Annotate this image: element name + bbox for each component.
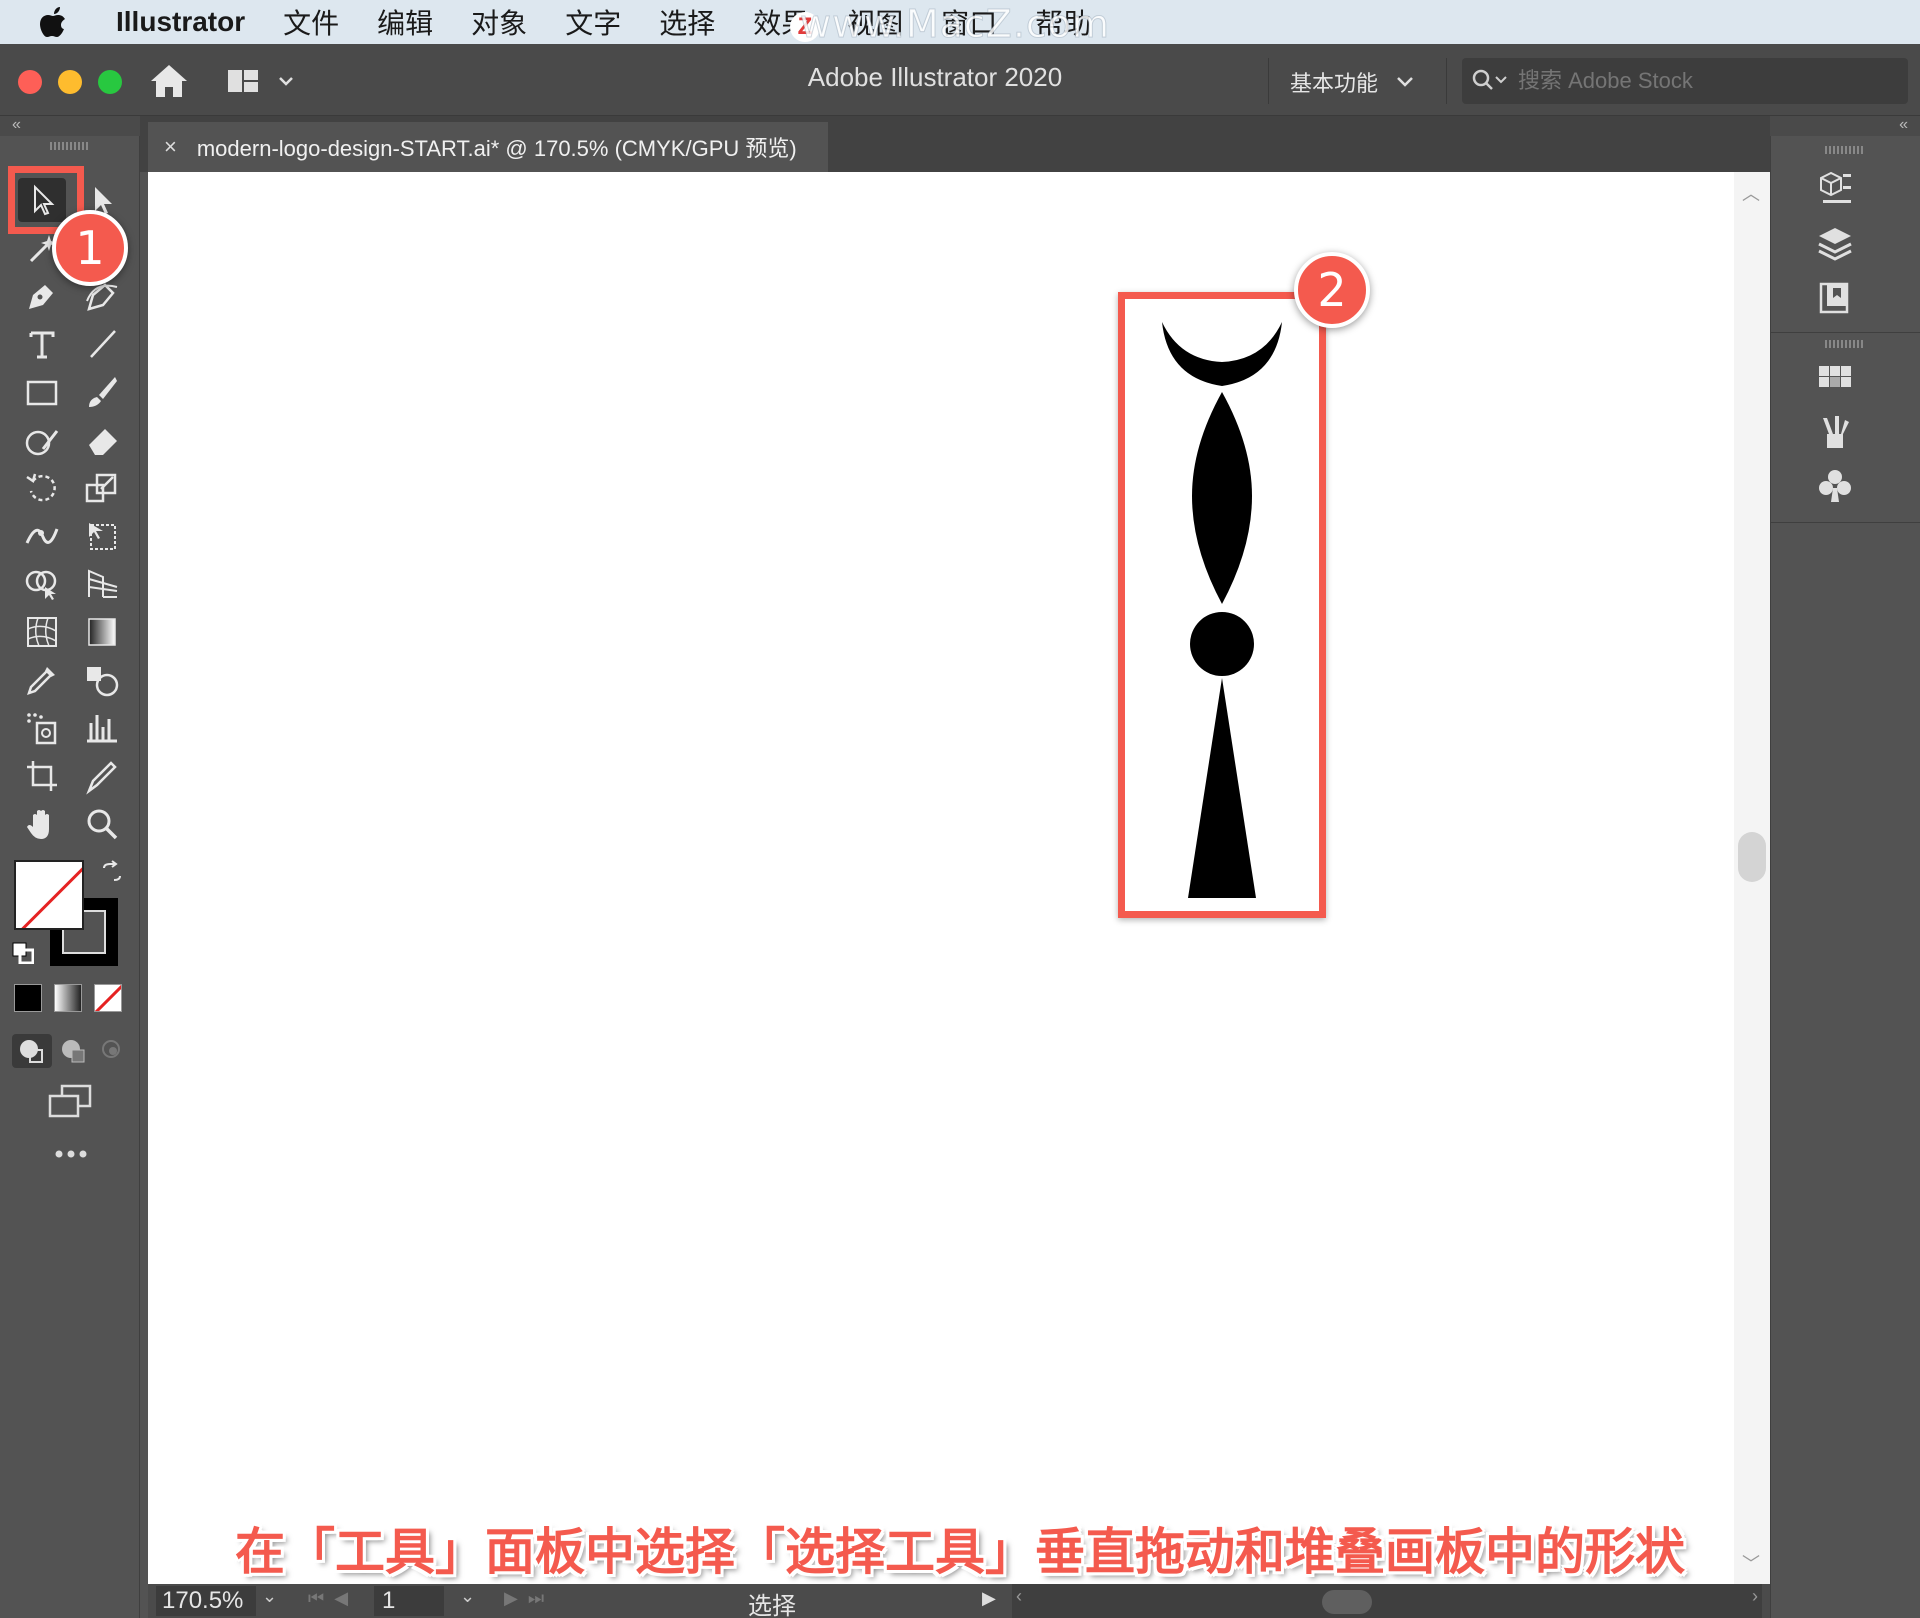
app-title-bar: Adobe Illustrator 2020 基本功能	[0, 44, 1920, 116]
gradient-mode-button[interactable]	[54, 984, 82, 1012]
chevron-down-icon[interactable]: ⌄	[460, 1586, 475, 1607]
properties-panel-icon[interactable]	[1807, 164, 1863, 212]
tutorial-caption: 在「工具」面板中选择「选择工具」垂直拖动和堆叠画板中的形状	[235, 1523, 1685, 1581]
default-fill-stroke-icon[interactable]	[12, 942, 34, 964]
brushes-panel-icon[interactable]	[1807, 408, 1863, 456]
chevron-down-icon[interactable]: ⌄	[262, 1586, 277, 1607]
more-tools-icon[interactable]	[54, 1148, 88, 1160]
menu-object[interactable]: 对象	[471, 2, 527, 42]
scroll-left-icon[interactable]: ‹	[1016, 1586, 1022, 1607]
shape-builder-tool-icon[interactable]	[18, 562, 66, 606]
scroll-thumb[interactable]	[1738, 832, 1766, 882]
paintbrush-tool-icon[interactable]	[78, 370, 126, 414]
rotate-tool-icon[interactable]	[18, 466, 66, 510]
eraser-tool-icon[interactable]	[78, 418, 126, 462]
layers-panel-icon[interactable]	[1807, 220, 1863, 268]
vertical-scrollbar[interactable]: ︿ ﹀	[1734, 172, 1770, 1584]
gradient-tool-icon[interactable]	[78, 610, 126, 654]
divider	[1771, 522, 1920, 523]
first-artboard-icon[interactable]: ⏮◀	[308, 1588, 358, 1609]
app-menu[interactable]: Illustrator	[116, 6, 245, 38]
step-1-badge: 1	[52, 210, 128, 286]
draw-normal-icon[interactable]	[12, 1034, 52, 1068]
stock-search-box[interactable]	[1462, 58, 1908, 104]
stock-search-input[interactable]	[1518, 68, 1898, 94]
panel-dock	[1770, 136, 1920, 1618]
mesh-tool-icon[interactable]	[18, 610, 66, 654]
column-graph-tool-icon[interactable]	[78, 706, 126, 750]
rectangle-tool-icon[interactable]	[18, 370, 66, 414]
pen-tool-icon[interactable]	[18, 274, 66, 318]
menu-file[interactable]: 文件	[283, 2, 339, 42]
horizontal-scrollbar[interactable]: ‹ ›	[1012, 1584, 1762, 1618]
step-2-badge: 2	[1294, 252, 1370, 328]
workspace-label: 基本功能	[1290, 71, 1379, 96]
eyedropper-tool-icon[interactable]	[18, 658, 66, 702]
menu-select[interactable]: 选择	[659, 2, 715, 42]
draw-behind-icon[interactable]	[54, 1034, 94, 1068]
collapse-left-icon[interactable]: «	[12, 116, 21, 134]
next-artboard-icon[interactable]: ▶⏭	[504, 1588, 554, 1609]
artboard-canvas[interactable]	[148, 172, 1734, 1584]
document-tab-bar: × modern-logo-design-START.ai* @ 170.5% …	[140, 116, 1770, 172]
chevron-down-icon	[1397, 77, 1413, 87]
scale-tool-icon[interactable]	[78, 466, 126, 510]
artboard-tool-icon[interactable]	[18, 754, 66, 798]
workspace-switcher[interactable]: 基本功能	[1290, 66, 1414, 98]
panel-grip[interactable]	[1825, 340, 1865, 348]
shaper-tool-icon[interactable]	[18, 418, 66, 462]
play-icon[interactable]: ▶	[982, 1588, 996, 1609]
zoom-tool-icon[interactable]	[78, 802, 126, 846]
swap-fill-stroke-icon[interactable]	[100, 860, 124, 884]
panel-grip[interactable]	[1825, 146, 1865, 154]
width-tool-icon[interactable]	[18, 514, 66, 558]
document-tab[interactable]: × modern-logo-design-START.ai* @ 170.5% …	[148, 122, 828, 172]
draw-inside-icon[interactable]	[94, 1034, 134, 1068]
shapes-highlight	[1118, 292, 1326, 918]
swatches-panel-icon[interactable]	[1807, 354, 1863, 402]
symbols-panel-icon[interactable]	[1807, 462, 1863, 510]
divider	[1268, 58, 1269, 104]
close-tab-icon[interactable]: ×	[164, 134, 177, 160]
menu-bar: Illustrator 文件 编辑 对象 文字 选择 效果 视图 窗口 帮助 Z…	[0, 0, 1920, 47]
divider	[1771, 332, 1920, 333]
fill-swatch[interactable]	[14, 860, 84, 930]
blend-tool-icon[interactable]	[78, 658, 126, 702]
zoom-level-field[interactable]: 170.5%	[156, 1586, 256, 1616]
libraries-panel-icon[interactable]	[1807, 274, 1863, 322]
status-bar: 170.5% ⌄ ⏮◀ 1 ⌄ ▶⏭ 选择 ▶ ‹ ›	[148, 1584, 1770, 1618]
symbol-sprayer-tool-icon[interactable]	[18, 706, 66, 750]
search-icon	[1472, 69, 1507, 90]
scroll-up-icon[interactable]: ︿	[1742, 180, 1760, 206]
line-segment-tool-icon[interactable]	[78, 322, 126, 366]
collapse-right-icon[interactable]: «	[1899, 116, 1908, 134]
color-mode-button[interactable]	[14, 984, 42, 1012]
menu-edit[interactable]: 编辑	[377, 2, 433, 42]
slice-tool-icon[interactable]	[78, 754, 126, 798]
tools-panel	[0, 136, 140, 1618]
panel-grip[interactable]	[50, 142, 90, 150]
apple-icon[interactable]	[40, 5, 70, 39]
scroll-right-icon[interactable]: ›	[1752, 1586, 1758, 1607]
free-transform-tool-icon[interactable]	[78, 514, 126, 558]
divider	[1446, 58, 1447, 104]
artboard-number-field[interactable]: 1	[374, 1586, 444, 1616]
type-tool-icon[interactable]	[18, 322, 66, 366]
perspective-grid-tool-icon[interactable]	[78, 562, 126, 606]
current-tool-label: 选择	[748, 1593, 796, 1618]
change-screen-mode-icon[interactable]	[46, 1082, 94, 1122]
watermark-text: www.MacZ.com	[799, 2, 1111, 47]
none-mode-button[interactable]	[94, 984, 122, 1012]
scroll-thumb[interactable]	[1322, 1590, 1372, 1614]
menu-type[interactable]: 文字	[565, 2, 621, 42]
document-tab-title: modern-logo-design-START.ai* @ 170.5% (C…	[196, 136, 797, 161]
hand-tool-icon[interactable]	[18, 802, 66, 846]
